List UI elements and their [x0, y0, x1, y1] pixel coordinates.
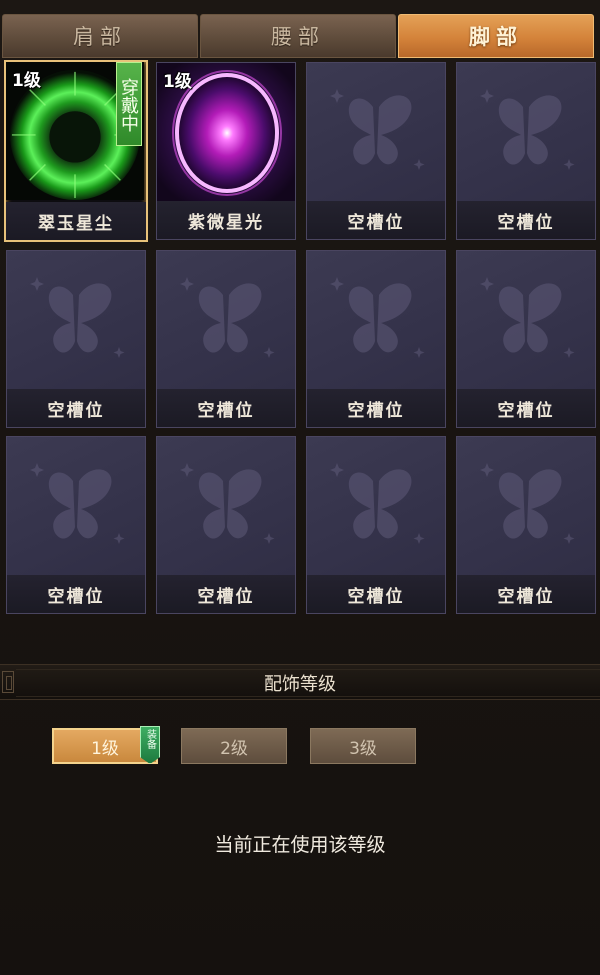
- empty-slot[interactable]: 空槽位: [456, 62, 596, 240]
- tab-foot[interactable]: 脚部: [398, 14, 594, 58]
- slot-level: 1级: [12, 71, 41, 91]
- butterfly-icon: [30, 463, 125, 544]
- butterfly-icon: [330, 89, 425, 170]
- butterfly-icon: [30, 277, 125, 358]
- tab-waist[interactable]: 腰部: [200, 14, 396, 58]
- butterfly-icon: [330, 277, 425, 358]
- slot-level: 1级: [163, 72, 192, 92]
- butterfly-icon: [480, 463, 575, 544]
- slot-name: 紫微星光: [157, 201, 295, 239]
- slot-purple-starlight[interactable]: 1级 紫微星光: [156, 62, 296, 240]
- slot-name: 空槽位: [157, 389, 295, 427]
- butterfly-icon: [330, 463, 425, 544]
- level-1-button[interactable]: 1级 装备: [52, 726, 160, 764]
- empty-slot[interactable]: 空槽位: [306, 62, 446, 240]
- slot-name: 空槽位: [307, 575, 445, 613]
- slot-name: 空槽位: [7, 575, 145, 613]
- empty-slot[interactable]: 空槽位: [456, 250, 596, 428]
- level-3-button[interactable]: 3级: [310, 728, 416, 764]
- empty-slot[interactable]: 空槽位: [156, 250, 296, 428]
- slot-name: 空槽位: [157, 575, 295, 613]
- status-message: 当前正在使用该等级: [214, 834, 386, 856]
- slot-name: 空槽位: [307, 389, 445, 427]
- section-header: 配饰等级: [0, 664, 600, 700]
- accessory-panel: 肩部 腰部 脚部 1级 穿戴中 翠玉星尘 1级 紫微星光 空槽位 空槽位 空槽位…: [0, 0, 600, 975]
- wearing-badge: 穿戴中: [116, 62, 142, 146]
- slot-name: 空槽位: [7, 389, 145, 427]
- slot-name: 空槽位: [457, 575, 595, 613]
- butterfly-icon: [180, 277, 275, 358]
- tab-shoulder[interactable]: 肩部: [2, 14, 198, 58]
- level-label: 1级: [91, 738, 119, 759]
- slot-name: 空槽位: [457, 389, 595, 427]
- equipped-tag: 装备: [140, 726, 160, 764]
- empty-slot[interactable]: 空槽位: [6, 436, 146, 614]
- slot-jade-stardust[interactable]: 1级 穿戴中 翠玉星尘: [4, 60, 148, 242]
- empty-slot[interactable]: 空槽位: [456, 436, 596, 614]
- empty-slot[interactable]: 空槽位: [156, 436, 296, 614]
- level-2-button[interactable]: 2级: [181, 728, 287, 764]
- slot-name: 空槽位: [457, 201, 595, 239]
- slot-name: 翠玉星尘: [6, 202, 146, 240]
- empty-slot[interactable]: 空槽位: [6, 250, 146, 428]
- butterfly-icon: [180, 463, 275, 544]
- level-label: 2级: [220, 738, 248, 759]
- slot-name: 空槽位: [307, 201, 445, 239]
- empty-slot[interactable]: 空槽位: [306, 250, 446, 428]
- butterfly-icon: [480, 89, 575, 170]
- empty-slot[interactable]: 空槽位: [306, 436, 446, 614]
- category-tabs: 肩部 腰部 脚部: [0, 14, 600, 58]
- section-title: 配饰等级: [264, 674, 336, 695]
- butterfly-icon: [480, 277, 575, 358]
- level-label: 3级: [349, 738, 377, 759]
